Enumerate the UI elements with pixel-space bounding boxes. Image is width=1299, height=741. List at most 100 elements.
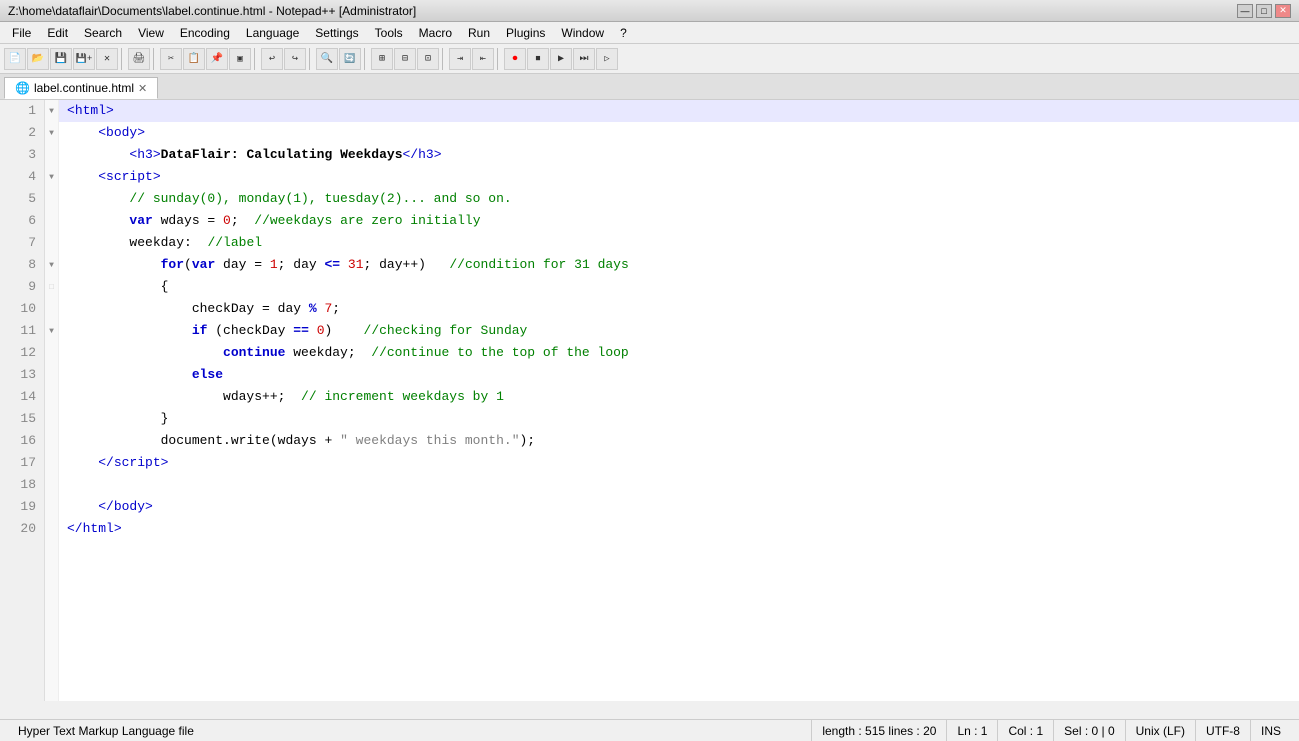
stop-button[interactable]: ⏹ xyxy=(527,48,549,70)
tag-close-body-1: </ xyxy=(98,496,114,518)
fold-11[interactable]: ▼ xyxy=(45,320,58,342)
run2-button[interactable]: ▷ xyxy=(596,48,618,70)
find-button[interactable]: 🔍 xyxy=(316,48,338,70)
tag-close-html-2: > xyxy=(114,518,122,540)
open-button[interactable]: 📂 xyxy=(27,48,49,70)
paste-button[interactable]: 📌 xyxy=(206,48,228,70)
menu-macro[interactable]: Macro xyxy=(411,24,460,42)
kw-var-6: var xyxy=(129,210,152,232)
line-num-1: 1 xyxy=(0,100,44,122)
menu-file[interactable]: File xyxy=(4,24,39,42)
code-line-15[interactable]: } xyxy=(59,408,1299,430)
minimize-button[interactable]: — xyxy=(1237,4,1253,18)
fold-2[interactable]: ▼ xyxy=(45,122,58,144)
run-button[interactable]: ⏭ xyxy=(573,48,595,70)
toolbar-separator-5 xyxy=(364,48,368,70)
code-line-8[interactable]: for(var day = 1; day <= 31; day++) //con… xyxy=(59,254,1299,276)
code-line-4[interactable]: <script> xyxy=(59,166,1299,188)
op-11: == xyxy=(293,320,309,342)
comment-12: //continue to the top of the loop xyxy=(371,342,628,364)
code-line-20[interactable]: </html> xyxy=(59,518,1299,540)
fold-10 xyxy=(45,298,58,320)
code-line-16[interactable]: document.write(wdays + " weekdays this m… xyxy=(59,430,1299,452)
menu-edit[interactable]: Edit xyxy=(39,24,76,42)
line-num-15: 15 xyxy=(0,408,44,430)
menu-language[interactable]: Language xyxy=(238,24,307,42)
indent-13 xyxy=(67,364,192,386)
code-line-18[interactable] xyxy=(59,474,1299,496)
code-line-1[interactable]: <html> xyxy=(59,100,1299,122)
toolbar: 📄 📂 💾 💾+ ✕ 🖨 ✂ 📋 📌 ▣ ↩ ↪ 🔍 🔄 ⊞ ⊟ ⊡ ⇥ ⇤ ⏺… xyxy=(0,44,1299,74)
code-line-9[interactable]: { xyxy=(59,276,1299,298)
menu-tools[interactable]: Tools xyxy=(367,24,411,42)
code-line-10[interactable]: checkDay = day % 7; xyxy=(59,298,1299,320)
code-line-7[interactable]: weekday: //label xyxy=(59,232,1299,254)
menu-run[interactable]: Run xyxy=(460,24,498,42)
code-line-2[interactable]: <body> xyxy=(59,122,1299,144)
tab-toggle-button[interactable]: ⇥ xyxy=(449,48,471,70)
code-line-14[interactable]: wdays++; // increment weekdays by 1 xyxy=(59,386,1299,408)
menu-plugins[interactable]: Plugins xyxy=(498,24,553,42)
save-button[interactable]: 💾 xyxy=(50,48,72,70)
code-line-17[interactable]: </script> xyxy=(59,452,1299,474)
code-area[interactable]: <html> <body> <h3>DataFlair: Calculating… xyxy=(59,100,1299,701)
menu-settings[interactable]: Settings xyxy=(307,24,366,42)
menu-search[interactable]: Search xyxy=(76,24,130,42)
code-line-5[interactable]: // sunday(0), monday(1), tuesday(2)... a… xyxy=(59,188,1299,210)
fold-8[interactable]: ▼ xyxy=(45,254,58,276)
maximize-button[interactable]: □ xyxy=(1256,4,1272,18)
status-ins: INS xyxy=(1251,720,1291,741)
play-button[interactable]: ▶ xyxy=(550,48,572,70)
tag-close-3: > xyxy=(153,144,161,166)
cut-button[interactable]: ✂ xyxy=(160,48,182,70)
close-button[interactable]: ✕ xyxy=(96,48,118,70)
code-line-12[interactable]: continue weekday; //continue to the top … xyxy=(59,342,1299,364)
kw-continue-12: continue xyxy=(223,342,285,364)
status-stats: length : 515 lines : 20 xyxy=(812,720,947,741)
tab-bar: 🌐 label.continue.html ✕ xyxy=(0,74,1299,100)
editor: 1 2 3 4 5 6 7 8 9 10 11 12 13 14 15 16 1… xyxy=(0,100,1299,701)
active-tab[interactable]: 🌐 label.continue.html ✕ xyxy=(4,77,158,99)
select-all-button[interactable]: ▣ xyxy=(229,48,251,70)
record-button[interactable]: ⏺ xyxy=(504,48,526,70)
indent-button[interactable]: ⇤ xyxy=(472,48,494,70)
code-line-13[interactable]: else xyxy=(59,364,1299,386)
restore-zoom-button[interactable]: ⊡ xyxy=(417,48,439,70)
fold-margin: ▼ ▼ ▼ ▼ □ ▼ xyxy=(45,100,59,701)
menu-view[interactable]: View xyxy=(130,24,172,42)
code-11c: ) xyxy=(325,320,364,342)
code-line-11[interactable]: if (checkDay == 0) //checking for Sunday xyxy=(59,320,1299,342)
close-button[interactable]: ✕ xyxy=(1275,4,1291,18)
comment-7: //label xyxy=(207,232,262,254)
new-button[interactable]: 📄 xyxy=(4,48,26,70)
fold-1[interactable]: ▼ xyxy=(45,100,58,122)
code-line-3[interactable]: <h3>DataFlair: Calculating Weekdays</h3> xyxy=(59,144,1299,166)
code-line-6[interactable]: var wdays = 0; //weekdays are zero initi… xyxy=(59,210,1299,232)
fold-4[interactable]: ▼ xyxy=(45,166,58,188)
tab-close-button[interactable]: ✕ xyxy=(138,82,147,95)
line-num-17: 17 xyxy=(0,452,44,474)
menu-encoding[interactable]: Encoding xyxy=(172,24,238,42)
code-line-19[interactable]: </body> xyxy=(59,496,1299,518)
tag-close-1: > xyxy=(106,100,114,122)
status-ln: Ln : 1 xyxy=(947,720,998,741)
stats-label: length : 515 lines : 20 xyxy=(822,724,936,738)
indent-15 xyxy=(67,408,161,430)
menu-window[interactable]: Window xyxy=(553,24,612,42)
tag-script-end: script xyxy=(114,452,161,474)
print-button[interactable]: 🖨 xyxy=(128,48,150,70)
zoom-in-button[interactable]: ⊞ xyxy=(371,48,393,70)
menu-help[interactable]: ? xyxy=(612,24,635,42)
indent-7 xyxy=(67,232,129,254)
redo-button[interactable]: ↪ xyxy=(284,48,306,70)
save-all-button[interactable]: 💾+ xyxy=(73,48,95,70)
indent-16 xyxy=(67,430,161,452)
status-col: Col : 1 xyxy=(998,720,1054,741)
find-replace-button[interactable]: 🔄 xyxy=(339,48,361,70)
tag-html-end: html xyxy=(83,518,114,540)
fold-14 xyxy=(45,386,58,408)
copy-button[interactable]: 📋 xyxy=(183,48,205,70)
tag-open-1: < xyxy=(67,100,75,122)
zoom-out-button[interactable]: ⊟ xyxy=(394,48,416,70)
undo-button[interactable]: ↩ xyxy=(261,48,283,70)
